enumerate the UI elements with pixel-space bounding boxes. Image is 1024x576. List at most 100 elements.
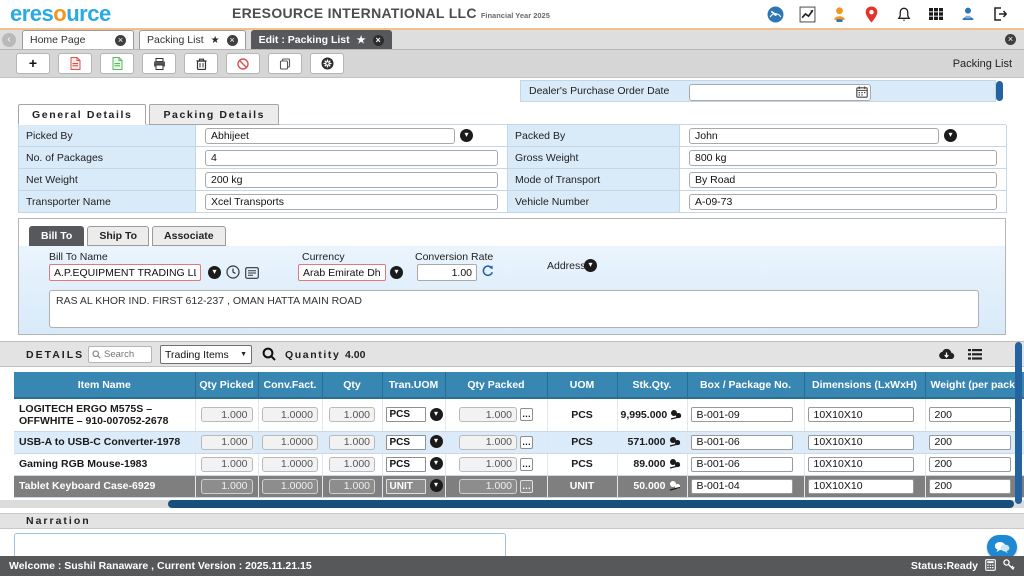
weight-input[interactable] <box>929 435 1011 450</box>
form-vertical-scrollbar-thumb[interactable] <box>996 81 1003 101</box>
chevron-down-icon[interactable] <box>430 457 443 470</box>
bill-to-name-input[interactable] <box>49 264 201 281</box>
more-options-button[interactable] <box>520 458 533 471</box>
box-package-input[interactable] <box>691 407 793 422</box>
tran-uom-input[interactable] <box>386 457 426 472</box>
qty-input[interactable] <box>329 407 375 422</box>
mode-of-transport-input[interactable] <box>689 172 997 188</box>
notifications-bell-icon[interactable] <box>895 6 912 23</box>
conv-fact-input[interactable] <box>262 457 318 472</box>
conversion-rate-input[interactable] <box>417 264 477 281</box>
picked-by-input[interactable] <box>205 128 455 144</box>
table-horizontal-scrollbar[interactable] <box>0 500 1024 508</box>
grid-list-icon[interactable] <box>968 347 982 365</box>
tab-associate[interactable]: Associate <box>152 226 226 246</box>
tab-packing-details[interactable]: Packing Details <box>149 104 279 125</box>
tab-home-page[interactable]: Home Page <box>22 30 134 49</box>
tab-general-details[interactable]: General Details <box>18 104 146 125</box>
no-of-packages-input[interactable] <box>205 150 498 166</box>
qty-input[interactable] <box>329 435 375 450</box>
packed-by-input[interactable] <box>689 128 939 144</box>
qty-packed-input[interactable] <box>459 435 517 450</box>
tab-edit-packing-list[interactable]: Edit : Packing List <box>251 30 392 49</box>
chevron-down-icon[interactable] <box>390 266 403 279</box>
table-vertical-scrollbar-thumb[interactable] <box>1015 342 1022 504</box>
copy-button[interactable] <box>268 53 302 74</box>
chevron-down-icon[interactable] <box>460 129 473 142</box>
tran-uom-input[interactable] <box>386 407 426 422</box>
print-button[interactable] <box>142 53 176 74</box>
chart-icon[interactable] <box>799 6 816 23</box>
dimensions-input[interactable] <box>808 457 914 472</box>
key-icon[interactable] <box>1003 559 1015 574</box>
favorite-star-icon[interactable] <box>357 35 366 46</box>
add-button[interactable] <box>16 53 50 74</box>
chevron-down-icon[interactable] <box>430 479 443 492</box>
export-pdf-button[interactable] <box>58 53 92 74</box>
cloud-download-icon[interactable] <box>938 347 955 365</box>
box-package-input[interactable] <box>691 479 793 494</box>
qty-packed-input[interactable] <box>459 457 517 472</box>
cancel-button[interactable] <box>226 53 260 74</box>
chevron-down-icon[interactable] <box>430 408 443 421</box>
table-row-selected[interactable]: Tablet Keyboard Case-6929 UNIT 50.000 <box>14 475 1024 497</box>
history-clock-icon[interactable] <box>226 265 240 284</box>
vehicle-number-input[interactable] <box>689 194 997 210</box>
mascot-avatar-icon[interactable] <box>831 6 848 23</box>
conv-fact-input[interactable] <box>262 407 318 422</box>
calendar-icon[interactable] <box>856 85 868 103</box>
close-all-tabs-icon[interactable] <box>1005 34 1016 45</box>
list-details-icon[interactable] <box>245 266 259 284</box>
horizontal-scrollbar-thumb[interactable] <box>168 500 1014 508</box>
export-excel-button[interactable] <box>100 53 134 74</box>
user-profile-icon[interactable] <box>959 6 976 23</box>
more-options-button[interactable] <box>520 436 533 449</box>
transporter-name-input[interactable] <box>205 194 498 210</box>
chevron-down-icon[interactable] <box>584 259 597 272</box>
tab-packing-list[interactable]: Packing List <box>139 30 246 49</box>
currency-input[interactable] <box>298 264 386 281</box>
tab-ship-to[interactable]: Ship To <box>87 226 149 246</box>
item-search-box[interactable] <box>88 346 152 363</box>
item-search-input[interactable] <box>104 349 148 360</box>
weight-input[interactable] <box>929 479 1011 494</box>
table-row[interactable]: LOGITECH ERGO M575S – OFFWHITE – 910-007… <box>14 398 1024 431</box>
dimensions-input[interactable] <box>808 479 914 494</box>
table-row[interactable]: USB-A to USB-C Converter-1978 PCS 571.00… <box>14 431 1024 453</box>
conv-fact-input[interactable] <box>262 435 318 450</box>
qty-picked-input[interactable] <box>201 407 253 422</box>
close-tab-icon[interactable] <box>373 35 384 46</box>
dimensions-input[interactable] <box>808 407 914 422</box>
delete-button[interactable] <box>184 53 218 74</box>
qty-input[interactable] <box>329 479 375 494</box>
logout-icon[interactable] <box>991 6 1008 23</box>
box-package-input[interactable] <box>691 435 793 450</box>
weight-input[interactable] <box>929 457 1011 472</box>
close-tab-icon[interactable] <box>227 35 238 46</box>
chevron-down-icon[interactable] <box>208 266 221 279</box>
favorite-star-icon[interactable] <box>211 35 220 46</box>
more-options-button[interactable] <box>520 408 533 421</box>
more-options-button[interactable] <box>520 480 533 493</box>
tabs-scroll-left-button[interactable] <box>2 33 16 47</box>
dashboard-icon[interactable] <box>767 6 784 23</box>
qty-picked-input[interactable] <box>201 457 253 472</box>
bill-to-address-textarea[interactable]: RAS AL KHOR IND. FIRST 612-237 , OMAN HA… <box>49 290 979 328</box>
weight-input[interactable] <box>929 407 1011 422</box>
tran-uom-input[interactable] <box>386 435 426 450</box>
close-tab-icon[interactable] <box>115 35 126 46</box>
tran-uom-input[interactable] <box>386 479 426 494</box>
box-package-input[interactable] <box>691 457 793 472</box>
item-type-select[interactable]: Trading Items <box>160 345 252 364</box>
settings-button[interactable] <box>310 53 344 74</box>
qty-packed-input[interactable] <box>459 479 517 494</box>
map-pin-icon[interactable] <box>863 6 880 23</box>
refresh-icon[interactable] <box>481 264 494 283</box>
tab-bill-to[interactable]: Bill To <box>29 226 84 246</box>
qty-picked-input[interactable] <box>201 435 253 450</box>
qty-packed-input[interactable] <box>459 407 517 422</box>
table-row[interactable]: Gaming RGB Mouse-1983 PCS 89.000 <box>14 453 1024 475</box>
qty-picked-input[interactable] <box>201 479 253 494</box>
gross-weight-input[interactable] <box>689 150 997 166</box>
eresource-logo[interactable]: eresource <box>10 1 111 27</box>
